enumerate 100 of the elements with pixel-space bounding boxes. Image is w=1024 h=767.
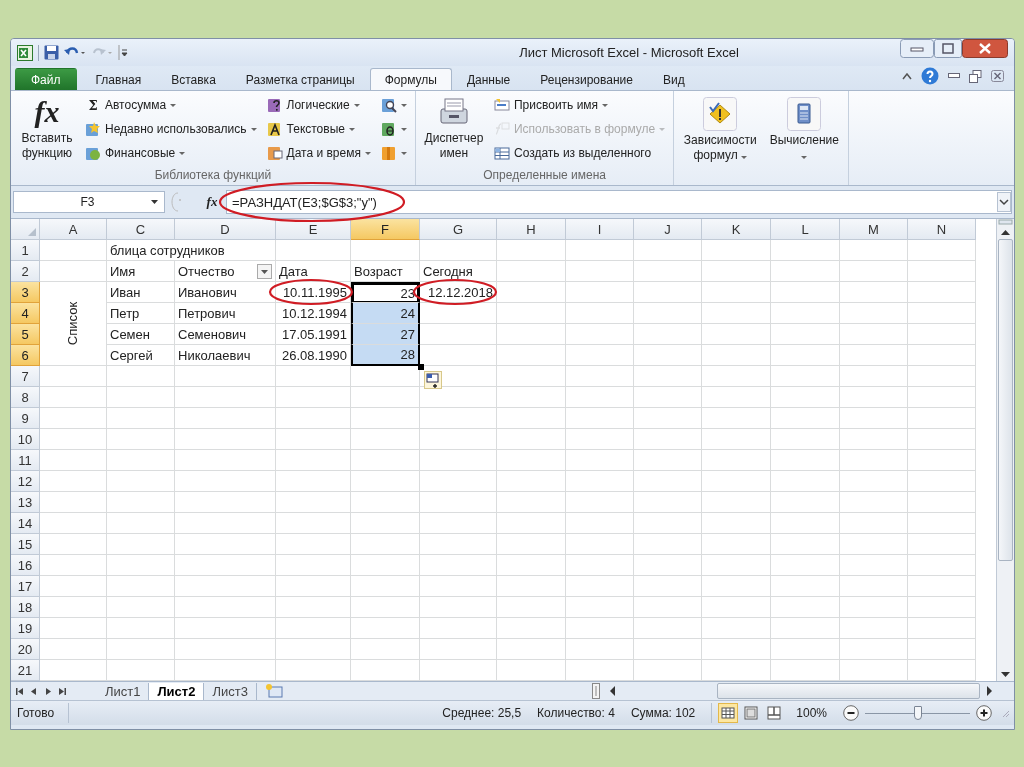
table-cell[interactable]: [497, 492, 566, 513]
table-cell[interactable]: [107, 576, 175, 597]
table-cell[interactable]: [566, 597, 634, 618]
table-cell[interactable]: [420, 513, 497, 534]
table-cell[interactable]: [634, 282, 702, 303]
row-header[interactable]: 19: [11, 618, 40, 639]
table-cell[interactable]: [702, 345, 771, 366]
table-cell[interactable]: [840, 429, 908, 450]
table-cell[interactable]: [771, 555, 840, 576]
table-cell[interactable]: [351, 639, 420, 660]
table-cell[interactable]: [702, 513, 771, 534]
table-cell[interactable]: [840, 261, 908, 282]
ribbon-tab[interactable]: Рецензирование: [525, 68, 648, 90]
table-cell[interactable]: [351, 450, 420, 471]
table-cell[interactable]: Дата: [276, 261, 351, 282]
zoom-slider-thumb[interactable]: [913, 705, 922, 720]
table-cell[interactable]: [771, 366, 840, 387]
row-header[interactable]: 8: [11, 387, 40, 408]
table-cell[interactable]: [840, 492, 908, 513]
last-sheet-icon[interactable]: [57, 686, 67, 696]
table-cell[interactable]: [420, 618, 497, 639]
table-cell[interactable]: [497, 450, 566, 471]
table-cell[interactable]: [497, 618, 566, 639]
table-cell[interactable]: [566, 282, 634, 303]
table-cell[interactable]: [351, 576, 420, 597]
table-cell[interactable]: [702, 366, 771, 387]
table-cell[interactable]: [702, 534, 771, 555]
column-header[interactable]: E: [276, 219, 351, 240]
row-header[interactable]: 15: [11, 534, 40, 555]
row-header[interactable]: 12: [11, 471, 40, 492]
normal-view-button[interactable]: [718, 703, 739, 723]
table-cell[interactable]: [702, 261, 771, 282]
row-header[interactable]: 7: [11, 366, 40, 387]
table-cell[interactable]: [40, 555, 107, 576]
table-cell[interactable]: [107, 429, 175, 450]
table-cell[interactable]: [634, 555, 702, 576]
column-header[interactable]: D: [175, 219, 276, 240]
table-cell[interactable]: [908, 555, 976, 576]
table-cell[interactable]: [840, 618, 908, 639]
table-cell[interactable]: 23: [351, 282, 420, 303]
table-cell[interactable]: [566, 471, 634, 492]
insert-function-button[interactable]: fx: [201, 194, 223, 210]
zoom-in-icon[interactable]: [976, 705, 992, 721]
table-cell[interactable]: [351, 555, 420, 576]
formula-auditing-button[interactable]: Зависимости формул: [678, 93, 763, 168]
table-cell[interactable]: Иванович: [175, 282, 276, 303]
scrollbar-thumb[interactable]: [998, 239, 1013, 561]
table-cell[interactable]: [702, 555, 771, 576]
table-cell[interactable]: [276, 639, 351, 660]
table-cell[interactable]: [40, 534, 107, 555]
table-cell[interactable]: [771, 303, 840, 324]
table-cell[interactable]: [351, 534, 420, 555]
table-cell[interactable]: [771, 450, 840, 471]
row-header[interactable]: 16: [11, 555, 40, 576]
column-header[interactable]: J: [634, 219, 702, 240]
table-cell[interactable]: [107, 639, 175, 660]
row-header[interactable]: 20: [11, 639, 40, 660]
sheet-tab[interactable]: Лист3: [204, 682, 257, 700]
table-cell[interactable]: [840, 303, 908, 324]
ribbon-tab[interactable]: Разметка страницы: [230, 68, 370, 90]
table-cell[interactable]: [40, 240, 107, 261]
table-cell[interactable]: [497, 282, 566, 303]
table-cell[interactable]: [771, 387, 840, 408]
table-cell[interactable]: [566, 387, 634, 408]
row-header[interactable]: 9: [11, 408, 40, 429]
first-sheet-icon[interactable]: [15, 686, 25, 696]
table-cell[interactable]: [840, 513, 908, 534]
filter-dropdown-icon[interactable]: [257, 264, 272, 279]
table-cell[interactable]: [702, 240, 771, 261]
row-header[interactable]: 5: [11, 324, 40, 345]
table-cell[interactable]: [702, 282, 771, 303]
table-cell[interactable]: [40, 639, 107, 660]
table-cell[interactable]: [175, 576, 276, 597]
table-cell[interactable]: [771, 534, 840, 555]
calculation-button[interactable]: Вычисление: [764, 93, 845, 168]
row-header[interactable]: 4: [11, 303, 40, 324]
table-cell[interactable]: [840, 639, 908, 660]
table-cell[interactable]: [634, 240, 702, 261]
table-cell[interactable]: [276, 555, 351, 576]
table-cell[interactable]: [840, 345, 908, 366]
table-cell[interactable]: [40, 576, 107, 597]
table-cell[interactable]: [107, 387, 175, 408]
row-header[interactable]: 18: [11, 597, 40, 618]
row-header[interactable]: 13: [11, 492, 40, 513]
table-cell[interactable]: [634, 534, 702, 555]
table-cell[interactable]: [497, 471, 566, 492]
table-cell[interactable]: [634, 324, 702, 345]
table-cell[interactable]: [908, 303, 976, 324]
table-cell[interactable]: [276, 597, 351, 618]
ribbon-button[interactable]: Σ Автосумма: [83, 93, 259, 117]
table-cell[interactable]: [351, 429, 420, 450]
table-cell[interactable]: [40, 261, 107, 282]
table-cell[interactable]: [497, 597, 566, 618]
row-header[interactable]: 21: [11, 660, 40, 681]
table-cell[interactable]: [634, 345, 702, 366]
collapse-ribbon-icon[interactable]: [902, 72, 912, 80]
table-cell[interactable]: [276, 240, 351, 261]
table-cell[interactable]: [702, 408, 771, 429]
column-header[interactable]: A: [40, 219, 107, 240]
table-cell[interactable]: [175, 618, 276, 639]
